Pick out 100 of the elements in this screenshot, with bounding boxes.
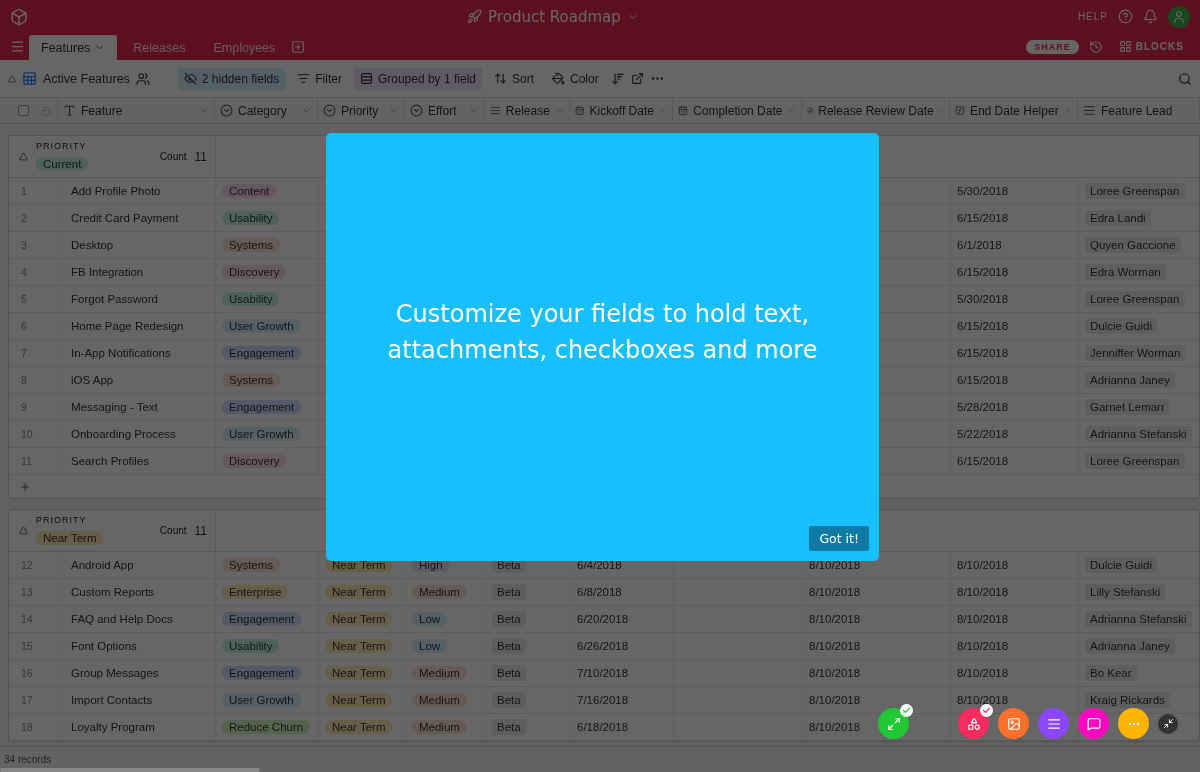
table-cell: 6/15/2018: [951, 367, 1079, 393]
help-link[interactable]: HELP: [1077, 11, 1108, 22]
row-height-icon: [610, 71, 625, 86]
table-cell: 6/18/2018: [571, 714, 674, 740]
tag: Engagement: [222, 400, 302, 414]
got-it-button[interactable]: Got it!: [809, 526, 869, 551]
column-header[interactable]: End Date Helper: [950, 98, 1078, 123]
table-cell: 6/26/2018: [571, 633, 674, 659]
tag: Usability: [222, 639, 280, 653]
column-header[interactable]: Category: [215, 98, 318, 123]
linked-record[interactable]: Adrianna Janey: [1085, 372, 1175, 388]
column-header[interactable]: Kickoff Date: [570, 98, 673, 123]
column-header[interactable]: Effort: [405, 98, 485, 123]
row-height-button[interactable]: [610, 71, 625, 86]
collapse-caret-icon: [19, 526, 28, 535]
sort-icon: [493, 72, 507, 85]
add-table-button[interactable]: [291, 39, 306, 54]
column-header[interactable]: Feature: [58, 98, 215, 123]
share-button[interactable]: SHARE: [1026, 39, 1079, 54]
linked-record[interactable]: Edra Worman: [1085, 264, 1166, 280]
feature-name: iOS App: [71, 374, 114, 386]
tag: Medium: [412, 720, 467, 734]
column-header[interactable]: Release Review Date: [802, 98, 950, 123]
tag: Systems: [222, 558, 281, 572]
lines-icon: [1083, 104, 1096, 117]
linked-record[interactable]: Quyen Gaccione: [1085, 237, 1181, 253]
table-tab[interactable]: Releases: [121, 35, 198, 60]
share-view-button[interactable]: [630, 72, 644, 85]
filter-icon: [297, 72, 311, 85]
linked-record[interactable]: Beta: [492, 719, 526, 735]
toolbar-button[interactable]: Color: [546, 67, 605, 90]
feature-name: Font Options: [71, 640, 137, 652]
linked-record[interactable]: Garnet Lemarr: [1085, 399, 1170, 415]
table-tab[interactable]: Employees: [201, 35, 288, 60]
feature-name: Android App: [71, 559, 134, 571]
linked-record[interactable]: Loree Greenspan: [1085, 183, 1185, 199]
dropdown-circle-icon: [220, 104, 233, 117]
column-header[interactable]: Completion Date: [673, 98, 802, 123]
linked-record[interactable]: Beta: [492, 584, 526, 600]
feature-name: Forgot Password: [71, 293, 158, 305]
tag: Usability: [222, 211, 280, 225]
linked-record[interactable]: Beta: [492, 692, 526, 708]
linked-record[interactable]: Beta: [492, 611, 526, 627]
view-name[interactable]: Active Features: [43, 71, 130, 86]
tag: User Growth: [222, 693, 301, 707]
linked-record[interactable]: Dulcie Guidi: [1085, 557, 1157, 573]
blocks-button[interactable]: BLOCKS: [1112, 39, 1190, 54]
linked-record[interactable]: Bo Kear: [1085, 665, 1137, 681]
people-icon: [135, 71, 150, 86]
feature-name: FB Integration: [71, 266, 144, 278]
calendar-icon: [678, 104, 689, 117]
base-title[interactable]: Product Roadmap: [488, 7, 621, 26]
column-header[interactable]: Release: [485, 98, 570, 123]
tag: Reduce Churn: [222, 720, 311, 734]
linked-record[interactable]: Beta: [492, 638, 526, 654]
count-value: 11: [194, 149, 207, 164]
select-all-checkbox[interactable]: [18, 105, 29, 116]
grouped-rows-icon: [359, 72, 373, 85]
menu-button[interactable]: [10, 39, 25, 54]
linked-record[interactable]: Adrianna Janey: [1085, 638, 1175, 654]
rocket-icon: [467, 9, 483, 24]
tag: Near Term: [325, 585, 393, 599]
avatar[interactable]: [1168, 5, 1190, 28]
table-tab[interactable]: Features: [29, 35, 118, 60]
linked-record[interactable]: Loree Greenspan: [1085, 453, 1185, 469]
search-button[interactable]: [1178, 71, 1192, 86]
table-cell: 5/30/2018: [951, 286, 1079, 312]
table-cell: 6/8/2018: [571, 579, 674, 605]
toolbar-button[interactable]: Grouped by 1 field: [353, 67, 482, 90]
linked-record[interactable]: Adrianna Stefanski: [1085, 611, 1192, 627]
logo-icon: [10, 7, 28, 26]
linked-record[interactable]: Edra Landi: [1085, 210, 1151, 226]
column-header[interactable]: Priority: [318, 98, 405, 123]
tag: Systems: [222, 238, 281, 252]
linked-record[interactable]: Jenniffer Worman: [1085, 345, 1186, 361]
linked-record[interactable]: Loree Greenspan: [1085, 291, 1185, 307]
tag: Low: [412, 639, 448, 653]
tag: Near Term: [325, 720, 393, 734]
feature-name: Search Profiles: [71, 455, 149, 467]
tag: Medium: [412, 693, 467, 707]
linked-record[interactable]: Beta: [492, 665, 526, 681]
column-header[interactable]: Feature Lead: [1078, 98, 1200, 123]
paint-bucket-icon: [552, 72, 565, 85]
toolbar-button[interactable]: 2 hidden fields: [177, 67, 286, 90]
history-button[interactable]: [1088, 39, 1103, 54]
record-count: 34 records: [4, 754, 52, 765]
toolbar-button[interactable]: Sort: [487, 67, 540, 90]
toolbar-button[interactable]: Filter: [291, 67, 348, 90]
tip-message: Customize your fields to hold text,: [395, 299, 810, 330]
tag: Discovery: [222, 454, 287, 468]
tag: Usability: [222, 292, 280, 306]
grid-icon: [1118, 40, 1132, 53]
linked-record[interactable]: Adrianna Stefanski: [1085, 426, 1192, 442]
scrollbar[interactable]: [0, 768, 260, 772]
tag: Engagement: [222, 612, 302, 626]
linked-record[interactable]: Kraig Rickards: [1085, 692, 1170, 708]
eye-off-icon: [183, 72, 197, 85]
linked-record[interactable]: Dulcie Guidi: [1085, 318, 1157, 334]
calendar-icon: [575, 104, 585, 117]
linked-record[interactable]: Lilly Stefanski: [1085, 584, 1166, 600]
